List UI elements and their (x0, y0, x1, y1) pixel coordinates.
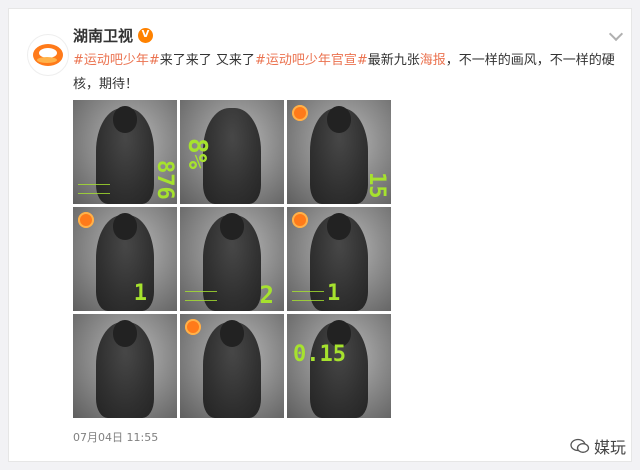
post-timestamp[interactable]: 07月04日 11:55 (73, 429, 158, 445)
hashtag-link[interactable]: #运动吧少年# (73, 53, 160, 68)
show-logo-icon (292, 105, 308, 121)
hunan-tv-logo-icon (33, 44, 63, 66)
image-grid: 876 8% 15 1 2 1 0.15 (73, 100, 391, 418)
show-logo-icon (185, 319, 201, 335)
account-name[interactable]: 湖南卫视 (73, 25, 133, 46)
poster-stat-text: 876 (152, 160, 177, 200)
poster-caption-lines (78, 184, 110, 194)
poster-stat-text: 8% (182, 138, 212, 170)
show-logo-icon (292, 212, 308, 228)
post-text: #运动吧少年#来了来了 又来了#运动吧少年官宣#最新九张海报，不一样的画风，不一… (73, 49, 621, 97)
watermark-text: 媒玩 (593, 438, 626, 457)
show-logo-icon (78, 212, 94, 228)
poster-caption-lines (185, 291, 217, 301)
poster-caption-lines (292, 291, 324, 301)
poster-image-3[interactable]: 15 (287, 100, 391, 204)
poster-stat-text: 1 (327, 281, 341, 306)
poster-stat-text: 15 (364, 171, 389, 199)
hashtag-link[interactable]: #运动吧少年官宣# (255, 53, 368, 68)
account-avatar[interactable] (27, 34, 69, 76)
poster-image-2[interactable]: 8% (180, 100, 284, 204)
poster-image-8[interactable] (180, 314, 284, 418)
poster-image-4[interactable]: 1 (73, 207, 177, 311)
poster-stat-text: 2 (259, 281, 274, 309)
post-text-segment: 最新九张 (367, 53, 420, 68)
weibo-post-card: 湖南卫视 V #运动吧少年#来了来了 又来了#运动吧少年官宣#最新九张海报，不一… (8, 8, 632, 462)
poster-stat-text: 1 (133, 281, 147, 306)
post-text-segment: 来了来了 又来了 (159, 53, 255, 68)
wechat-icon (570, 438, 590, 454)
poster-image-9[interactable]: 0.15 (287, 314, 391, 418)
chevron-down-icon[interactable] (608, 26, 624, 42)
verified-v-icon: V (138, 27, 154, 43)
poster-stat-text: 0.15 (293, 342, 346, 367)
poster-image-6[interactable]: 1 (287, 207, 391, 311)
poster-image-5[interactable]: 2 (180, 207, 284, 311)
keyword-link[interactable]: 海报 (420, 53, 446, 68)
poster-image-1[interactable]: 876 (73, 100, 177, 204)
source-watermark: 媒玩 (570, 434, 626, 458)
poster-image-7[interactable] (73, 314, 177, 418)
